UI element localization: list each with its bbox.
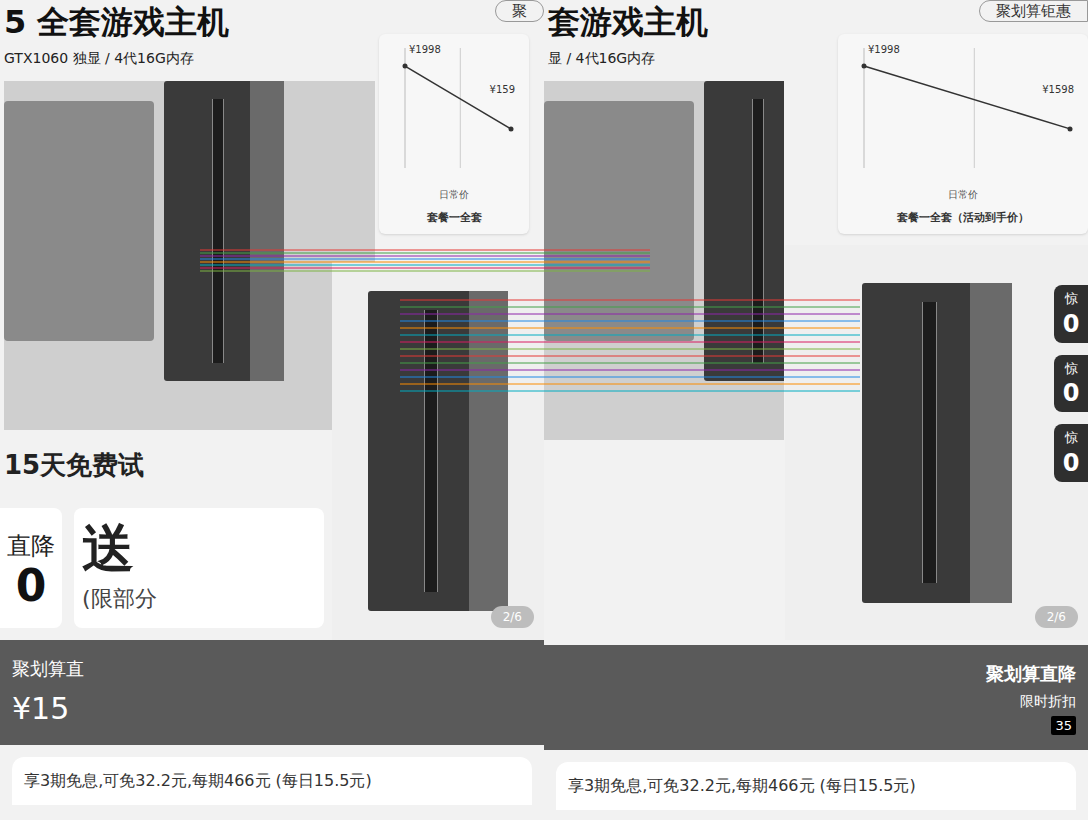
deal-title: 聚划算直降 xyxy=(986,660,1076,687)
chart-svg xyxy=(850,42,1076,172)
deal-button[interactable]: 聚 xyxy=(495,0,544,22)
side-button-label: 惊 xyxy=(1065,359,1078,379)
price-high: ¥1998 xyxy=(407,42,443,57)
chart-svg xyxy=(391,42,517,172)
case-side-panel xyxy=(970,283,1012,603)
price-cut-card: 直降0 xyxy=(0,508,62,628)
match-line xyxy=(400,384,860,385)
product-title: 套游戏主机 xyxy=(544,0,824,44)
match-line xyxy=(400,377,860,378)
match-line xyxy=(400,335,860,336)
match-line xyxy=(200,265,650,266)
match-line xyxy=(200,259,650,260)
hero-photo xyxy=(4,81,375,430)
installment-info[interactable]: 享3期免息,可免32.2元,每期466元 (每日15.5元) xyxy=(556,762,1076,810)
side-button-label: 惊 xyxy=(1065,289,1078,309)
side-button[interactable]: 惊0 xyxy=(1054,285,1088,343)
match-line xyxy=(400,363,860,364)
daily-price-label: 日常价 xyxy=(439,187,469,202)
pc-case-icon xyxy=(862,283,1012,603)
match-line xyxy=(400,356,860,357)
installment-area: 享3期免息,可免32.2元,每期466元 (每日15.5元) xyxy=(544,750,1088,820)
countdown: 35 xyxy=(1051,716,1076,736)
match-line xyxy=(200,253,650,254)
match-line xyxy=(400,342,860,343)
product-title: 5 全套游戏主机 xyxy=(4,0,375,44)
chart-caption: 套餐一全套（活动到手价） xyxy=(850,210,1076,227)
price-low: ¥159 xyxy=(488,82,517,97)
right-screenshot: 套游戏主机显 / 4代16G内存 聚划算钜惠 ¥1998 ¥1598 日常价套餐一全套（… xyxy=(544,0,1088,820)
side-button-value: 0 xyxy=(1063,378,1080,408)
chart-wrap: ¥1998 ¥159 日常价套餐一全套 xyxy=(375,34,544,234)
case-side-panel xyxy=(469,291,508,611)
deal-subtitle: 限时折扣 xyxy=(1020,691,1076,712)
match-line xyxy=(400,349,860,350)
product-gallery[interactable]: 2/6惊0惊0惊0 xyxy=(785,245,1088,640)
installment-area: 享3期免息,可免32.2元,每期466元 (每日15.5元) xyxy=(0,745,544,820)
side-button[interactable]: 惊0 xyxy=(1054,355,1088,413)
hero-column: 套游戏主机显 / 4代16G内存 xyxy=(544,0,824,440)
pc-case-icon xyxy=(164,81,284,381)
match-line xyxy=(400,370,860,371)
gift-note: (限部分 xyxy=(82,582,324,615)
deal-button[interactable]: 聚划算钜惠 xyxy=(979,0,1088,22)
product-gallery[interactable]: 2/6 xyxy=(332,262,544,640)
side-button-label: 惊 xyxy=(1065,428,1078,448)
chart-caption: 套餐一全套 xyxy=(391,210,517,227)
price-high: ¥1998 xyxy=(866,42,902,57)
match-line xyxy=(200,262,650,263)
hero-photo xyxy=(544,81,784,440)
chart-area: ¥1998 ¥159 xyxy=(391,42,517,183)
gallery-counter: 2/6 xyxy=(491,606,534,628)
side-buttons: 惊0惊0惊0 xyxy=(1054,285,1088,482)
chart-area: ¥1998 ¥1598 xyxy=(850,42,1076,183)
case-light-strip xyxy=(752,99,764,363)
match-line xyxy=(200,268,650,269)
deal-bar: 聚划算直 ¥15 xyxy=(0,640,544,745)
price-chart: ¥1998 ¥1598 日常价套餐一全套（活动到手价） xyxy=(838,34,1088,234)
pc-case-icon xyxy=(368,291,508,611)
match-line xyxy=(400,300,860,301)
price-chart: ¥1998 ¥159 日常价套餐一全套 xyxy=(379,34,529,234)
chart-x-labels: 日常价 xyxy=(391,187,517,202)
case-light-strip xyxy=(922,302,937,584)
side-button[interactable]: 惊0 xyxy=(1054,424,1088,482)
price-line xyxy=(864,66,1070,129)
product-spec: GTX1060 独显 / 4代16G内存 xyxy=(4,48,375,69)
price-cut-value: 0 xyxy=(16,564,47,608)
match-line xyxy=(400,328,860,329)
match-line xyxy=(400,314,860,315)
gift-label: 送 xyxy=(82,522,324,574)
left-screenshot: 5 全套游戏主机 GTX1060 独显 / 4代16G内存 聚 ¥1998 ¥159 日常… xyxy=(0,0,544,820)
match-line xyxy=(400,391,860,392)
match-lines xyxy=(0,0,1088,820)
gallery-counter: 2/6 xyxy=(1035,606,1078,628)
daily-price-label: 日常价 xyxy=(948,187,978,202)
monitor-shape xyxy=(544,101,694,341)
gift-card: 送 (限部分 xyxy=(74,508,324,628)
case-light-strip xyxy=(424,310,438,592)
price-low: ¥1598 xyxy=(1040,82,1076,97)
monitor-shape xyxy=(4,101,154,341)
deal-price: ¥15 xyxy=(12,686,544,731)
chart-x-labels: 日常价 xyxy=(850,187,1076,202)
deal-bar: 聚划算直降限时折扣 35 xyxy=(544,645,1088,750)
match-line xyxy=(400,321,860,322)
case-side-panel xyxy=(250,81,284,381)
match-line xyxy=(200,250,650,251)
installment-info[interactable]: 享3期免息,可免32.2元,每期466元 (每日15.5元) xyxy=(12,757,532,805)
side-button-value: 0 xyxy=(1063,309,1080,339)
deal-title: 聚划算直 xyxy=(12,655,544,682)
product-spec: 显 / 4代16G内存 xyxy=(544,48,824,69)
hero-column: 5 全套游戏主机 GTX1060 独显 / 4代16G内存 xyxy=(0,0,375,430)
price-cut-label: 直降 xyxy=(7,528,55,564)
match-line xyxy=(200,256,650,257)
pc-case-icon xyxy=(704,81,784,381)
side-button-value: 0 xyxy=(1063,448,1080,478)
match-line xyxy=(200,271,650,272)
price-line xyxy=(405,66,511,129)
case-light-strip xyxy=(212,99,224,363)
match-line xyxy=(400,307,860,308)
